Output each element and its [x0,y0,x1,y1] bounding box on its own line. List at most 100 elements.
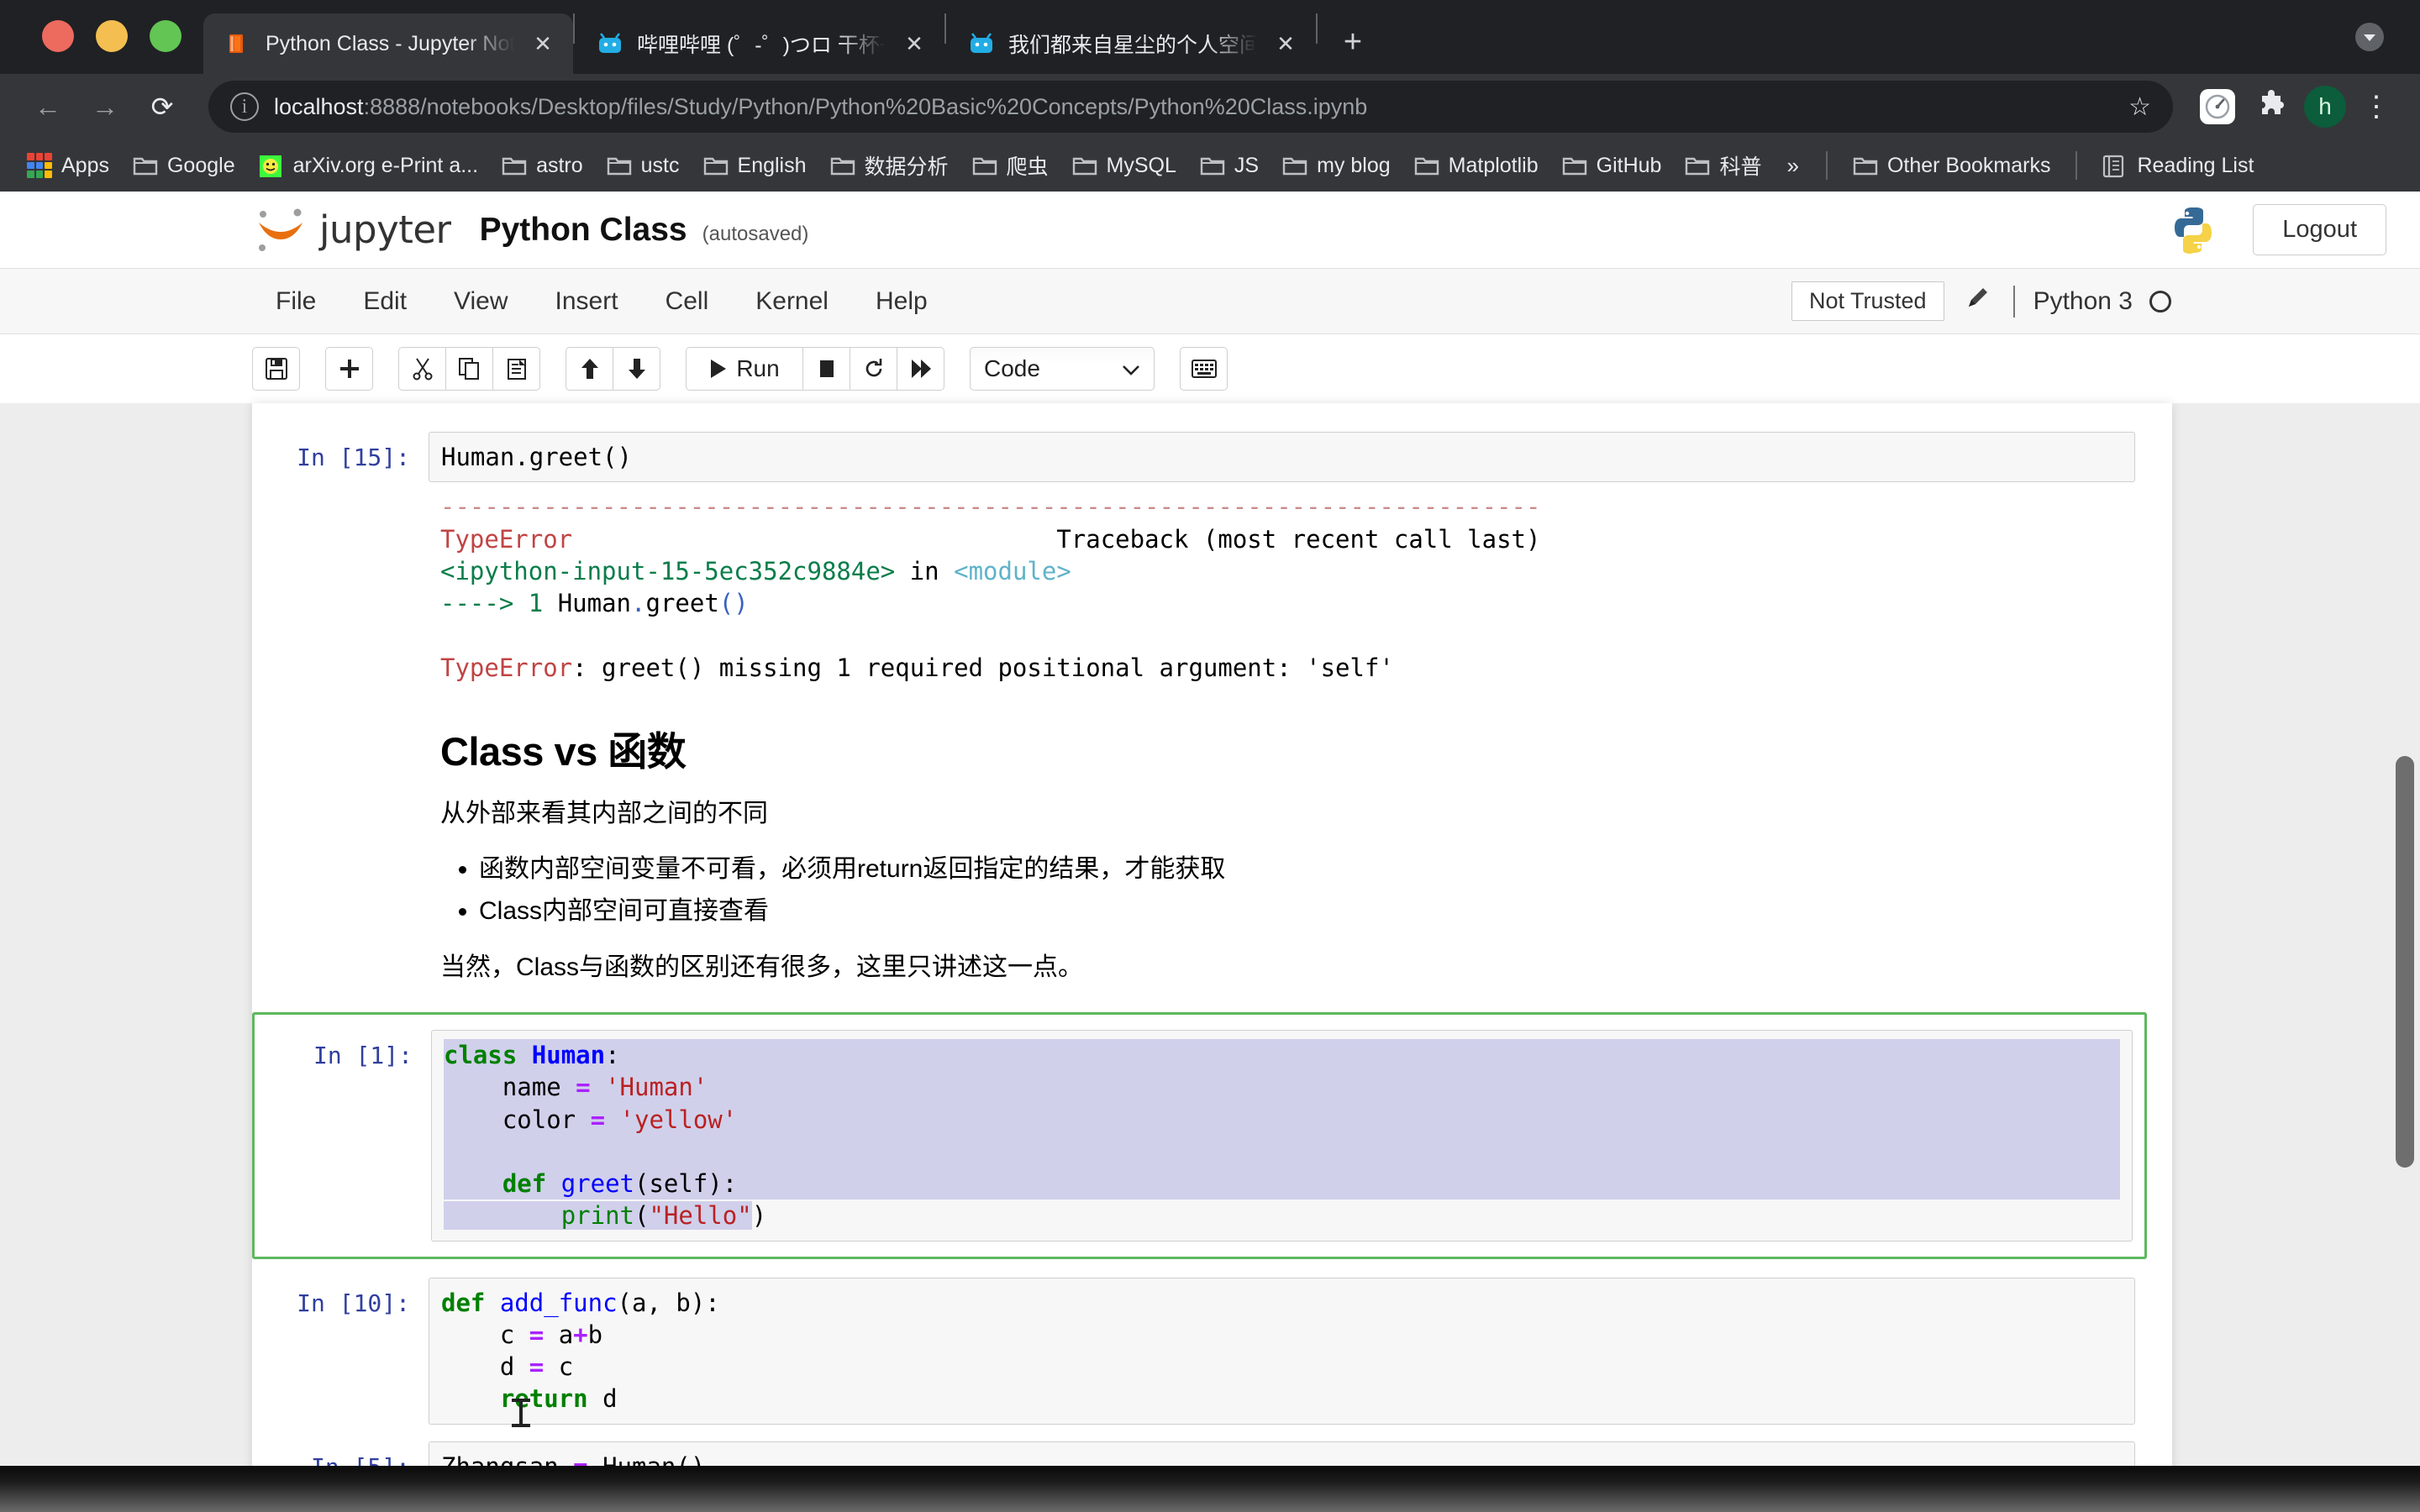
close-icon[interactable]: ✕ [528,29,558,59]
code-cell-in5[interactable]: In [5]: Zhangsan = Human() Zhangsan.gree… [252,1433,2172,1512]
menu-help[interactable]: Help [852,269,951,334]
cell-input[interactable]: class Human: name = 'Human' color = 'yel… [431,1030,2133,1242]
menu-file[interactable]: File [252,269,339,334]
minimize-window-button[interactable] [96,20,128,52]
error-message: : greet() missing 1 required positional … [572,653,1394,682]
jupyter-logo-icon[interactable] [252,204,309,256]
bookmark-other-bookmarks[interactable]: Other Bookmarks [1843,149,2061,183]
token-keyword-def: def [502,1169,547,1199]
traceback-arrow: ----> [440,589,529,618]
page-scrollbar[interactable] [2396,403,2414,1512]
logout-button[interactable]: Logout [2253,204,2386,255]
bookmark-js[interactable]: JS [1190,149,1269,183]
browser-tab-1[interactable]: 哔哩哔哩 (゜-゜)つロ 干杯~-bili ✕ [575,13,944,74]
paste-button[interactable] [492,346,540,391]
cell-type-select[interactable]: Code [970,346,1155,391]
token-assign: = [560,1073,606,1102]
insert-cell-below-button[interactable] [325,346,373,391]
cut-button[interactable] [398,346,446,391]
copy-button[interactable] [445,346,493,391]
menu-insert[interactable]: Insert [532,269,642,334]
tab-search-chevron-down-icon[interactable] [2348,15,2391,59]
bookmark-kepu[interactable]: 科普 [1675,145,1771,186]
cell-input[interactable]: Human.greet() [429,432,2135,483]
address-bar[interactable]: i localhost:8888/notebooks/Desktop/files… [208,81,2173,133]
bookmarks-overflow-button[interactable]: » [1775,153,1810,179]
kernel-name-label[interactable]: Python 3 [2033,287,2133,316]
browser-tab-2[interactable]: 我们都来自星尘的个人空间_哔哩 ✕ [946,13,1316,74]
restart-and-run-all-button[interactable] [897,346,944,391]
reading-list-button[interactable]: Reading List [2092,149,2264,183]
zoom-window-button[interactable] [150,20,182,52]
move-cell-up-button[interactable] [566,346,613,391]
restart-kernel-button[interactable] [850,346,897,391]
bookmark-data-analysis[interactable]: 数据分析 [820,145,959,186]
bookmark-astro[interactable]: astro [492,149,593,183]
folder-icon [703,155,729,176]
command-palette-button[interactable] [1180,346,1228,391]
toolbar-group-insert [325,346,373,391]
notebook-scroll-area[interactable]: In [15]: Human.greet() -----------------… [0,403,2420,1512]
menu-cell[interactable]: Cell [642,269,733,334]
url-text: localhost:8888/notebooks/Desktop/files/S… [274,94,2105,120]
markdown-cell[interactable]: Class vs 函数 从外部来看其内部之间的不同 函数内部空间变量不可看，必须… [252,689,2172,1002]
bookmark-apps[interactable]: Apps [17,148,119,183]
close-window-button[interactable] [42,20,74,52]
bookmark-crawler[interactable]: 爬虫 [962,145,1059,186]
bookmark-star-icon[interactable]: ☆ [2128,92,2151,122]
run-label: Run [736,354,780,381]
scrollbar-thumb[interactable] [2396,756,2414,1168]
token-attr-name: name [502,1073,561,1102]
bookmarks-bar: Apps Google arXiv.org e-Print a... astro… [0,139,2420,192]
bookmark-mysql[interactable]: MySQL [1062,149,1186,183]
trust-status-badge[interactable]: Not Trusted [1791,281,1944,321]
profile-avatar[interactable]: h [2301,82,2349,131]
move-cell-down-button[interactable] [613,346,660,391]
forward-button[interactable]: → [79,81,131,133]
bookmark-google[interactable]: Google [123,149,245,183]
save-button[interactable] [252,346,300,391]
back-button[interactable]: ← [22,81,74,133]
bookmark-english[interactable]: English [693,149,817,183]
toolbar-group-palette [1180,346,1228,391]
new-tab-button[interactable]: + [1329,18,1376,66]
close-icon[interactable]: ✕ [899,29,929,59]
code-cell-in15[interactable]: In [15]: Human.greet() [252,423,2172,491]
run-cell-button[interactable]: Run [686,346,803,391]
puzzle-extensions-icon[interactable] [2247,82,2296,131]
token-method-call: Zhangsan.greet() [441,1483,676,1512]
site-info-icon[interactable]: i [230,92,259,121]
menu-edit[interactable]: Edit [339,269,430,334]
close-icon[interactable]: ✕ [1270,29,1301,59]
kernel-status-idle-icon[interactable] [2149,290,2171,312]
folder-icon [1200,155,1225,176]
cell-input[interactable]: Zhangsan = Human() Zhangsan.greet() [429,1441,2135,1512]
notebook-title[interactable]: Python Class [480,212,687,249]
token-operand: c [558,1352,574,1382]
folder-icon [1562,155,1587,176]
browser-tab-0[interactable]: Python Class - Jupyter Notebook ✕ [203,13,573,74]
bookmark-ustc[interactable]: ustc [597,149,690,183]
menu-kernel[interactable]: Kernel [732,269,852,334]
edit-mode-pencil-icon [1963,284,1991,318]
page-content: jupyter Python Class (autosaved) Logout … [0,192,2420,1512]
interrupt-kernel-button[interactable] [802,346,850,391]
menu-view[interactable]: View [430,269,531,334]
bookmark-arxiv[interactable]: arXiv.org e-Print a... [249,149,488,183]
token-assign: = [558,1452,603,1481]
chrome-menu-icon[interactable]: ⋮ [2354,92,2398,121]
bookmark-my-blog[interactable]: my blog [1272,149,1401,183]
speedometer-extension-icon[interactable] [2193,82,2242,131]
bookmark-matplotlib[interactable]: Matplotlib [1404,149,1549,183]
bookmark-label: Google [166,153,235,177]
reload-button[interactable]: ⟳ [136,81,188,133]
token-attr-name: color [502,1105,576,1134]
code-cell-in10[interactable]: In [10]: def add_func(a, b): c = a+b d =… [252,1269,2172,1433]
markdown-paragraph-2: 当然，Class与函数的区别还有很多，这里只讲述这一点。 [440,953,1084,981]
bookmark-label: 科普 [1719,155,1762,179]
bookmark-github[interactable]: GitHub [1552,149,1672,183]
code-cell-in1-selected[interactable]: In [1]: class Human: name = 'Human' colo… [252,1012,2147,1259]
token-function-name: greet [546,1169,634,1199]
cell-input[interactable]: def add_func(a, b): c = a+b d = c return… [429,1277,2135,1425]
